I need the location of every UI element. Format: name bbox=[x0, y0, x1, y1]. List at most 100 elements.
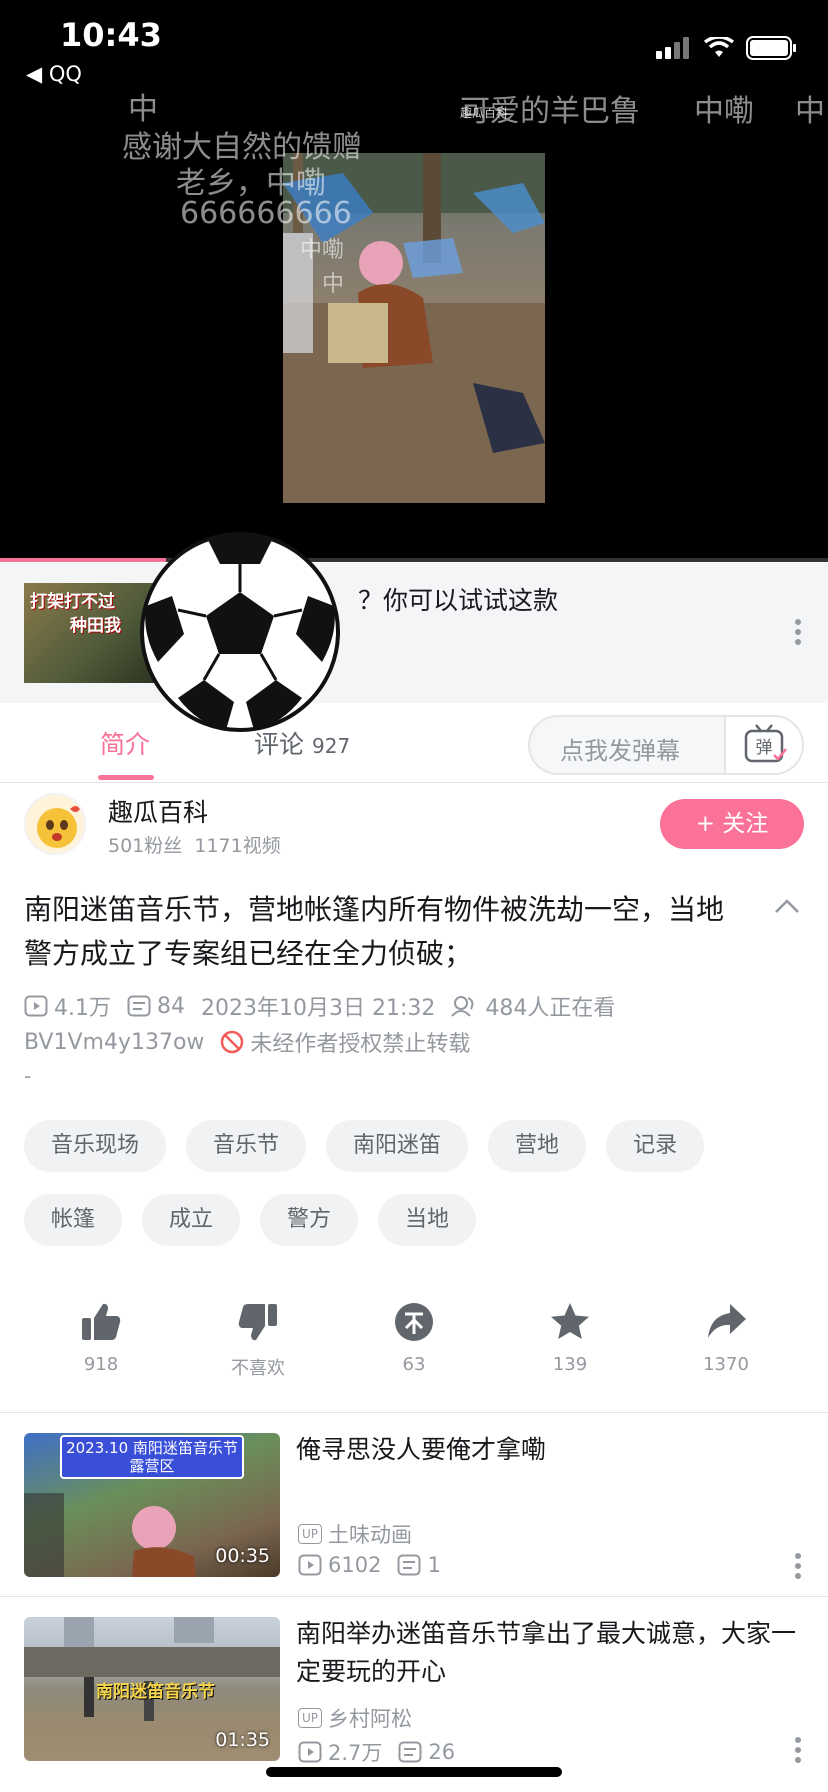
bvid[interactable]: BV1Vm4y137ow bbox=[24, 1030, 204, 1055]
rec-title: 南阳举办迷笛音乐节拿出了最大诚意，大家一定要玩的开心 bbox=[296, 1619, 797, 1686]
dislike-label: 不喜欢 bbox=[231, 1358, 285, 1379]
ad-text: ？你可以试试这款 bbox=[358, 586, 559, 615]
video-count: 1171视频 bbox=[194, 835, 281, 857]
tag-item[interactable]: 营地 bbox=[488, 1120, 587, 1172]
coin-count: 63 bbox=[402, 1354, 426, 1375]
avatar[interactable] bbox=[24, 793, 86, 855]
tag-item[interactable]: 成立 bbox=[142, 1194, 241, 1246]
tag-item[interactable]: 记录 bbox=[606, 1120, 705, 1172]
action-bar: 918 不喜欢 63 139 1370 bbox=[0, 1300, 828, 1400]
fans-count: 501粉丝 bbox=[108, 835, 183, 857]
wifi-icon bbox=[704, 37, 734, 57]
view-count: 4.1万 bbox=[54, 996, 111, 1021]
danmaku-item: 中 bbox=[322, 272, 345, 297]
rec-author: 土味动画 bbox=[328, 1523, 413, 1547]
rec-duration: 01:35 bbox=[215, 1729, 270, 1751]
danmaku-btn-text: 弹 bbox=[756, 738, 773, 758]
share-count: 1370 bbox=[703, 1354, 749, 1375]
thumbs-up-icon bbox=[82, 1303, 121, 1340]
no-repost-icon bbox=[221, 1030, 244, 1054]
rec-stats-row: 6102 1 bbox=[298, 1553, 441, 1577]
tab-comments-label: 评论 bbox=[254, 730, 305, 759]
section-divider bbox=[0, 1596, 828, 1597]
like-count: 918 bbox=[83, 1354, 119, 1375]
tag-item[interactable]: 警方 bbox=[260, 1194, 359, 1246]
rec-thumb-caption: 南阳迷笛音乐节 bbox=[96, 1682, 215, 1702]
share-icon bbox=[708, 1304, 746, 1338]
play-count-icon bbox=[298, 1741, 322, 1763]
follow-button[interactable]: + 关注 bbox=[660, 799, 804, 849]
more-icon[interactable] bbox=[794, 1737, 802, 1763]
tabs-bar: 简介 评论 927 点我发弹幕 弹 bbox=[0, 703, 828, 783]
rec-danmaku: 1 bbox=[427, 1553, 441, 1577]
rec-duration: 00:35 bbox=[215, 1545, 270, 1567]
section-divider bbox=[0, 1412, 828, 1413]
copyright-notice: 未经作者授权禁止转载 bbox=[250, 1032, 471, 1057]
more-icon[interactable] bbox=[794, 1553, 802, 1579]
back-to-app[interactable]: ◀ QQ bbox=[26, 62, 82, 86]
rec-views: 6102 bbox=[328, 1553, 382, 1577]
dislike-button[interactable]: 不喜欢 bbox=[193, 1300, 323, 1380]
danmaku-count-icon bbox=[398, 1741, 422, 1763]
thumbs-down-icon bbox=[238, 1304, 277, 1341]
soccer-ball-sticker[interactable] bbox=[138, 530, 342, 734]
home-indicator[interactable] bbox=[266, 1767, 562, 1777]
rec-stats-row: 2.7万 26 bbox=[298, 1737, 455, 1767]
up-badge-icon: UP bbox=[298, 1524, 323, 1544]
status-bar: 10:43 ◀ QQ bbox=[0, 0, 828, 100]
recommended-video[interactable]: 2023.10 南阳迷笛音乐节露营区 00:35 俺寻思没人要俺才拿嘞 UP 土… bbox=[0, 1433, 828, 1598]
chevron-up-icon[interactable] bbox=[774, 898, 800, 914]
comments-count: 927 bbox=[312, 734, 351, 758]
signal-icon bbox=[656, 37, 689, 59]
more-icon[interactable] bbox=[794, 619, 802, 645]
danmaku-item: 666666666 bbox=[180, 196, 352, 231]
ad-thumbnail: 打架打不过 种田我 bbox=[24, 583, 156, 683]
tag-item[interactable]: 音乐节 bbox=[186, 1120, 307, 1172]
video-id-row: BV1Vm4y137ow 未经作者授权禁止转载 bbox=[24, 1026, 470, 1058]
tag-item[interactable]: 南阳迷笛 bbox=[326, 1120, 469, 1172]
ad-thumb-text: 打架打不过 bbox=[30, 592, 115, 612]
danmaku-count: 84 bbox=[157, 993, 185, 1019]
favorite-count: 139 bbox=[552, 1354, 588, 1375]
recommended-video[interactable]: 南阳迷笛音乐节 01:35 南阳举办迷笛音乐节拿出了最大诚意，大家一定要玩的开心… bbox=[0, 1617, 828, 1782]
rec-title: 俺寻思没人要俺才拿嘞 bbox=[296, 1435, 547, 1464]
watching-now: 484人正在看 bbox=[485, 996, 616, 1021]
danmaku-count-icon bbox=[127, 995, 151, 1017]
uploader-stats: 501粉丝 1171视频 bbox=[108, 831, 281, 858]
tag-item[interactable]: 当地 bbox=[378, 1194, 477, 1246]
video-description: - bbox=[24, 1064, 32, 1088]
danmaku-input[interactable]: 点我发弹幕 弹 bbox=[528, 715, 804, 775]
clock: 10:43 bbox=[60, 16, 162, 54]
ad-banner[interactable]: 打架打不过 种田我 ？你可以试试这款 bbox=[0, 563, 828, 703]
rec-author: 乡村阿松 bbox=[328, 1707, 413, 1731]
uploader-name[interactable]: 趣瓜百科 bbox=[108, 793, 208, 829]
rec-views: 2.7万 bbox=[328, 1741, 383, 1765]
danmaku-tv-icon: 弹 bbox=[744, 724, 787, 763]
share-button[interactable]: 1370 bbox=[661, 1300, 791, 1375]
ad-thumb-text: 种田我 bbox=[70, 616, 121, 636]
viewers-icon bbox=[451, 996, 474, 1017]
rec-thumbnail: 南阳迷笛音乐节 01:35 bbox=[24, 1617, 280, 1761]
publish-date: 2023年10月3日 21:32 bbox=[201, 996, 436, 1021]
tag-item[interactable]: 音乐现场 bbox=[24, 1120, 167, 1172]
rec-danmaku: 26 bbox=[428, 1740, 456, 1764]
battery-icon bbox=[746, 36, 796, 60]
play-count-icon bbox=[24, 995, 48, 1017]
danmaku-count-icon bbox=[397, 1554, 421, 1576]
play-count-icon bbox=[298, 1554, 322, 1576]
tag-item[interactable]: 帐篷 bbox=[24, 1194, 123, 1246]
coin-button[interactable]: 63 bbox=[349, 1300, 479, 1375]
video-meta-row: 4.1万 84 2023年10月3日 21:32 484人正在看 bbox=[24, 990, 615, 1022]
like-button[interactable]: 918 bbox=[36, 1300, 166, 1375]
tag-list: 音乐现场 音乐节 南阳迷笛 营地 记录 帐篷 成立 警方 当地 bbox=[24, 1120, 814, 1246]
danmaku-placeholder: 点我发弹幕 bbox=[560, 737, 680, 765]
rec-author-row: UP 土味动画 bbox=[298, 1519, 412, 1549]
rec-author-row: UP 乡村阿松 bbox=[298, 1703, 412, 1733]
uploader-row: 趣瓜百科 501粉丝 1171视频 + 关注 bbox=[0, 783, 828, 883]
status-icons bbox=[656, 36, 798, 60]
video-title: 南阳迷笛音乐节，营地帐篷内所有物件被洗劫一空，当地警方成立了专案组已经在全力侦破… bbox=[24, 893, 725, 970]
coin-icon bbox=[395, 1303, 433, 1341]
up-badge-icon: UP bbox=[298, 1708, 323, 1728]
danmaku-toggle-button[interactable]: 弹 bbox=[724, 717, 802, 773]
favorite-button[interactable]: 139 bbox=[505, 1300, 635, 1375]
